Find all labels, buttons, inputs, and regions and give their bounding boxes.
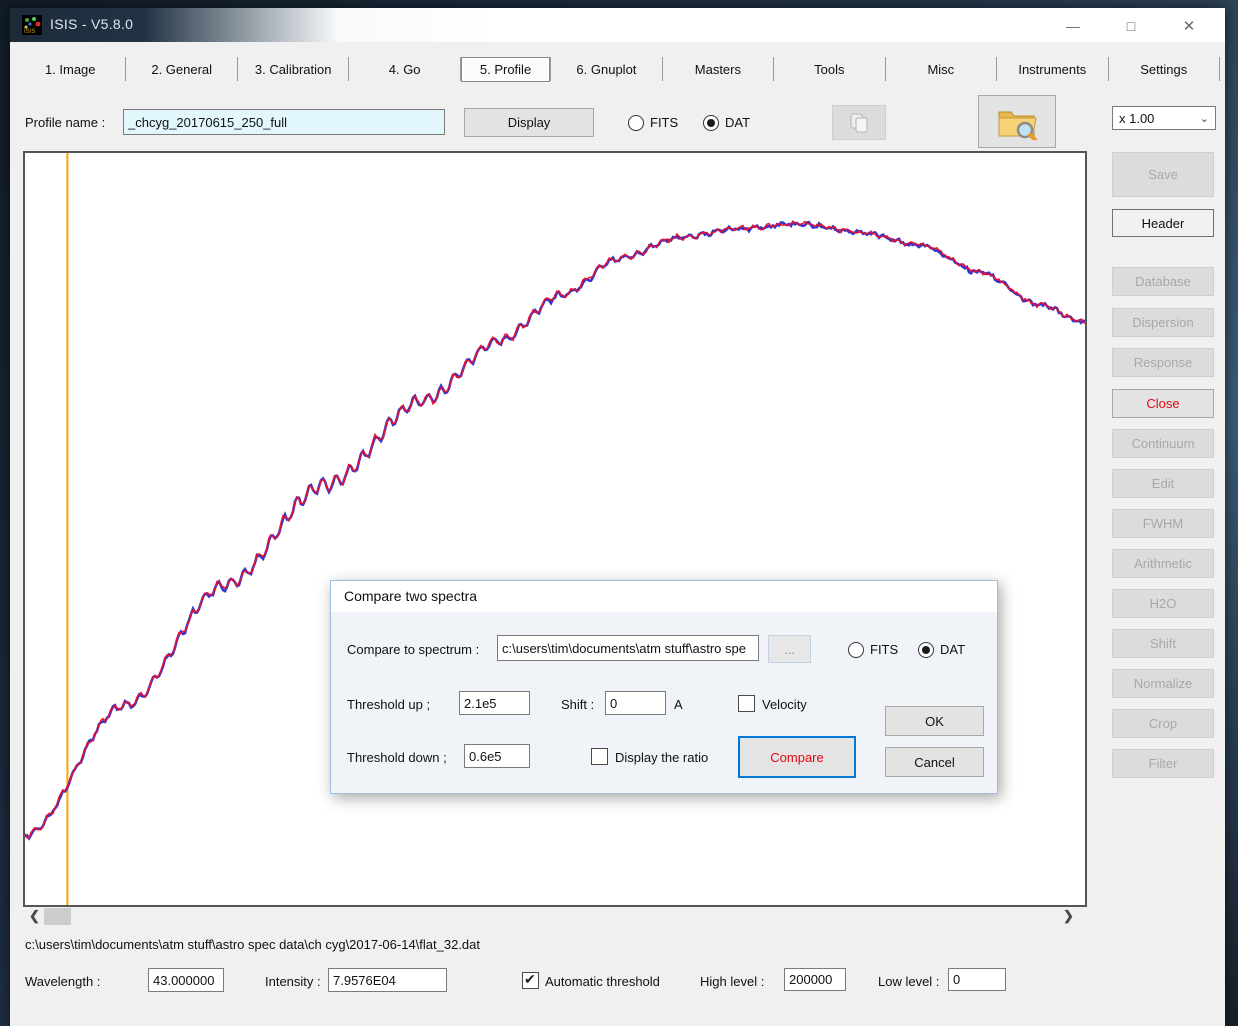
- scrollbar-thumb[interactable]: [44, 908, 71, 925]
- dialog-fits-label: FITS: [870, 642, 898, 657]
- cancel-button[interactable]: Cancel: [885, 747, 984, 777]
- compare-dialog-title: Compare two spectra: [344, 588, 477, 604]
- zoom-select[interactable]: x 1.00 ⌄: [1112, 106, 1216, 130]
- tab-instruments[interactable]: Instruments: [997, 58, 1107, 81]
- shift-label: Shift :: [561, 697, 594, 712]
- browse-button[interactable]: ...: [768, 635, 811, 663]
- fits-radio[interactable]: [628, 115, 644, 131]
- open-profile-button[interactable]: [978, 95, 1056, 148]
- high-level-label: High level :: [700, 974, 764, 989]
- h2o-button: H2O: [1112, 589, 1214, 618]
- wavelength-label: Wavelength :: [25, 974, 100, 989]
- intensity-label: Intensity :: [265, 974, 321, 989]
- header-button[interactable]: Header: [1112, 209, 1214, 237]
- display-ratio-label: Display the ratio: [615, 750, 708, 765]
- titlebar[interactable]: ISIS ISIS - V5.8.0 — □ ✕: [10, 8, 1225, 42]
- threshold-up-label: Threshold up ;: [347, 697, 430, 712]
- automatic-threshold-label: Automatic threshold: [545, 974, 660, 989]
- compare-to-input[interactable]: [497, 635, 759, 661]
- profile-name-input[interactable]: [123, 109, 445, 135]
- maximize-icon[interactable]: □: [1109, 14, 1153, 38]
- tab-separator: [1219, 57, 1220, 81]
- crop-button: Crop: [1112, 709, 1214, 738]
- tab-profile[interactable]: 5. Profile: [461, 53, 550, 86]
- scroll-right-icon[interactable]: ❯: [1063, 908, 1074, 924]
- filter-button: Filter: [1112, 749, 1214, 778]
- tab-general[interactable]: 2. General: [126, 58, 236, 81]
- low-level-input[interactable]: [948, 968, 1006, 991]
- compare-dialog-titlebar[interactable]: Compare two spectra: [331, 581, 997, 612]
- tab-calibration[interactable]: 3. Calibration: [238, 58, 348, 81]
- tab-masters[interactable]: Masters: [663, 58, 773, 81]
- arithmetic-button: Arithmetic: [1112, 549, 1214, 578]
- file-path-text: c:\users\tim\documents\atm stuff\astro s…: [25, 937, 480, 952]
- dat-radio[interactable]: [703, 115, 719, 131]
- shift-button: Shift: [1112, 629, 1214, 658]
- wavelength-value: [148, 968, 224, 992]
- intensity-value: [328, 968, 447, 992]
- shift-input[interactable]: [605, 691, 666, 715]
- compare-dialog: Compare two spectra Compare to spectrum …: [330, 580, 998, 794]
- tab-image[interactable]: 1. Image: [15, 58, 125, 81]
- ok-button[interactable]: OK: [885, 706, 984, 736]
- low-level-label: Low level :: [878, 974, 939, 989]
- display-ratio-checkbox[interactable]: [591, 748, 608, 765]
- high-level-input[interactable]: [784, 968, 846, 991]
- profile-name-label: Profile name :: [25, 115, 105, 130]
- compare-button[interactable]: Compare: [738, 736, 856, 778]
- tab-go[interactable]: 4. Go: [349, 58, 459, 81]
- threshold-up-input[interactable]: [459, 691, 530, 715]
- dialog-dat-radio[interactable]: [918, 642, 934, 658]
- dispersion-button: Dispersion: [1112, 308, 1214, 337]
- tab-tools[interactable]: Tools: [774, 58, 884, 81]
- svg-text:ISIS: ISIS: [24, 29, 35, 35]
- scroll-left-icon[interactable]: ❮: [29, 908, 40, 924]
- display-button[interactable]: Display: [464, 108, 594, 137]
- save-button: Save: [1112, 152, 1214, 197]
- minimize-icon[interactable]: —: [1051, 14, 1095, 38]
- dat-radio-label: DAT: [725, 115, 750, 130]
- folder-search-icon: [996, 104, 1038, 140]
- automatic-threshold-checkbox[interactable]: [522, 972, 539, 989]
- chevron-down-icon: ⌄: [1200, 112, 1209, 125]
- close-icon[interactable]: ✕: [1167, 14, 1211, 38]
- fits-radio-label: FITS: [650, 115, 678, 130]
- dialog-fits-radio[interactable]: [848, 642, 864, 658]
- threshold-down-input[interactable]: [464, 744, 530, 768]
- tab-settings[interactable]: Settings: [1109, 58, 1219, 81]
- velocity-label: Velocity: [762, 697, 807, 712]
- window-title: ISIS - V5.8.0: [50, 16, 133, 32]
- edit-button: Edit: [1112, 469, 1214, 498]
- isis-app-icon: ISIS: [22, 15, 42, 35]
- compare-to-label: Compare to spectrum :: [347, 642, 479, 657]
- desktop: ISIS ISIS - V5.8.0 — □ ✕ 1. Image 2. Gen…: [0, 0, 1238, 1026]
- response-button: Response: [1112, 348, 1214, 377]
- tab-misc[interactable]: Misc: [886, 58, 996, 81]
- velocity-checkbox[interactable]: [738, 695, 755, 712]
- copy-pages-icon: [848, 112, 870, 134]
- tab-bar: 1. Image 2. General 3. Calibration 4. Go…: [15, 55, 1220, 83]
- continuum-button: Continuum: [1112, 429, 1214, 458]
- zoom-value: x 1.00: [1119, 111, 1154, 126]
- tab-gnuplot[interactable]: 6. Gnuplot: [551, 58, 661, 81]
- threshold-down-label: Threshold down ;: [347, 750, 447, 765]
- shift-unit-label: A: [674, 697, 683, 712]
- fwhm-button: FWHM: [1112, 509, 1214, 538]
- close-button[interactable]: Close: [1112, 389, 1214, 418]
- normalize-button: Normalize: [1112, 669, 1214, 698]
- database-button: Database: [1112, 267, 1214, 296]
- copy-profile-button: [832, 105, 886, 140]
- dialog-dat-label: DAT: [940, 642, 965, 657]
